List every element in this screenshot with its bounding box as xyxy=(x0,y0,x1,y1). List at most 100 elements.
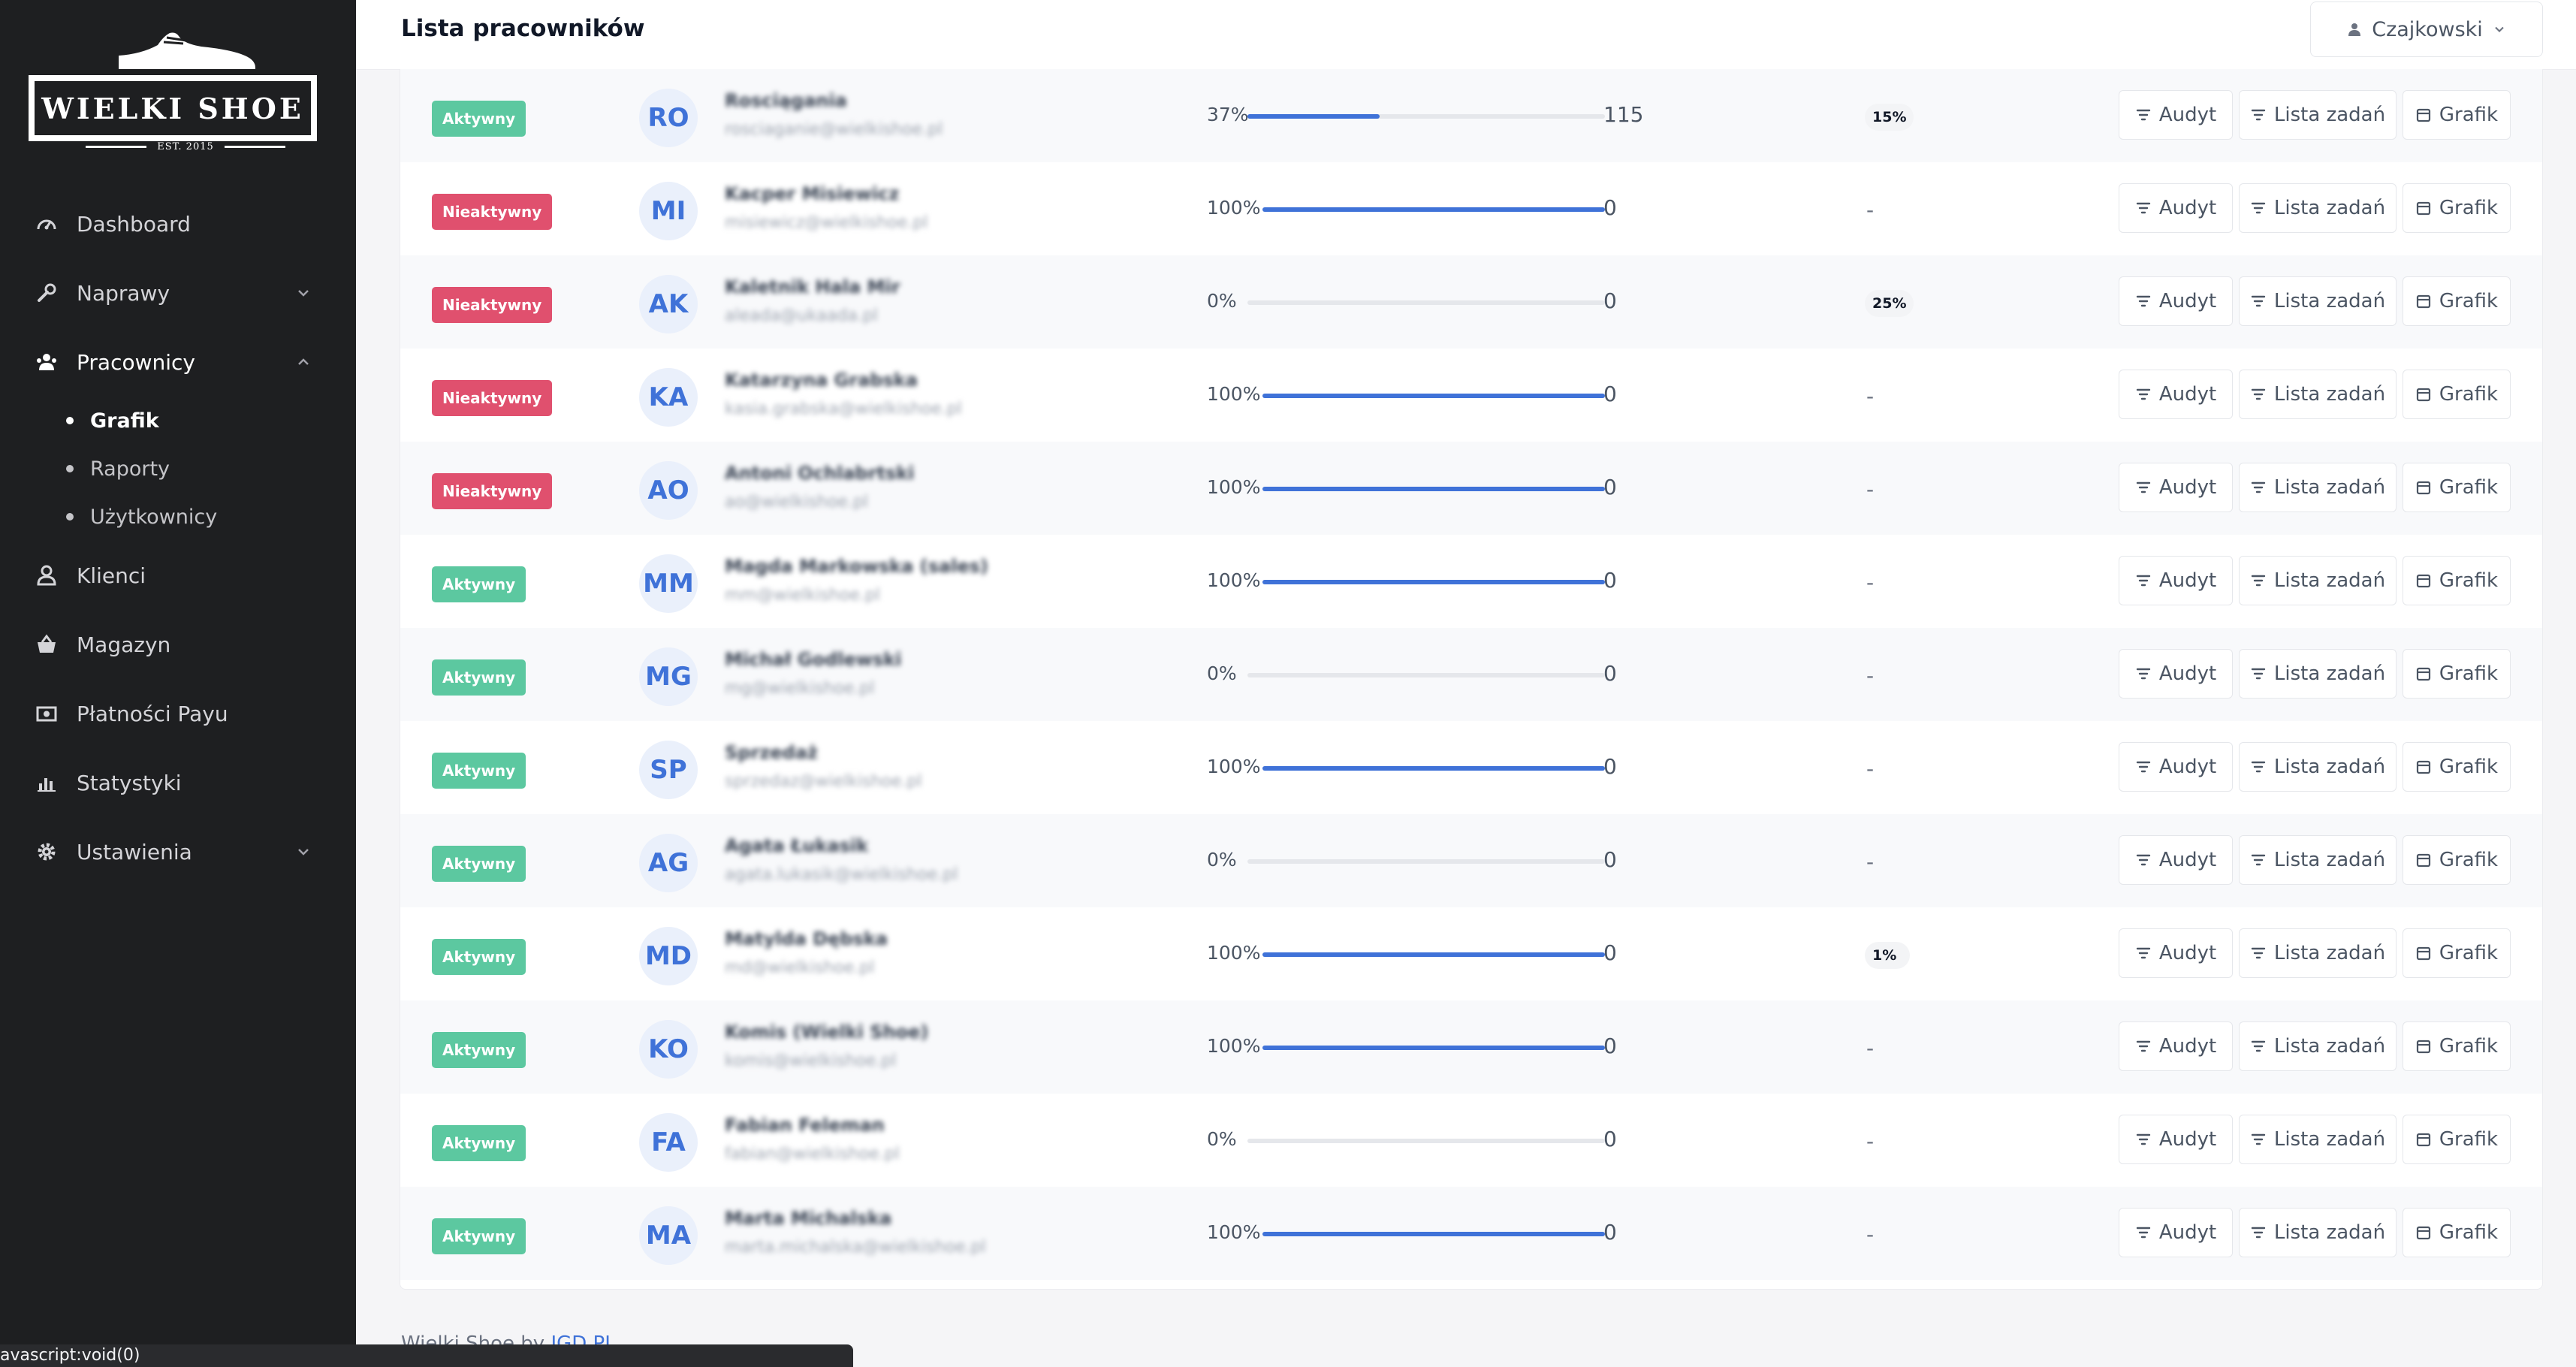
calendar-icon xyxy=(2416,294,2430,309)
filter-icon xyxy=(2251,575,2266,587)
task-list-button[interactable]: Lista zadań xyxy=(2239,742,2397,792)
task-list-button[interactable]: Lista zadań xyxy=(2239,835,2397,885)
filter-icon xyxy=(2136,109,2151,121)
audit-button[interactable]: Audyt xyxy=(2119,1115,2233,1164)
schedule-button[interactable]: Grafik xyxy=(2403,1208,2511,1257)
employee-name[interactable]: Rosciągania xyxy=(725,90,847,111)
audit-button[interactable]: Audyt xyxy=(2119,556,2233,605)
calendar-icon xyxy=(2416,481,2430,495)
employee-name[interactable]: Michał Godlewski xyxy=(725,649,901,670)
progress-percent: 0% xyxy=(1207,290,1237,312)
task-list-button[interactable]: Lista zadań xyxy=(2239,183,2397,233)
schedule-button[interactable]: Grafik xyxy=(2403,1115,2511,1164)
sidebar-item-ustawienia[interactable]: Ustawienia xyxy=(0,817,356,886)
sidebar-subitem-uzytkownicy[interactable]: Użytkownicy xyxy=(0,493,356,541)
user-menu-button[interactable]: Czajkowski xyxy=(2310,2,2543,57)
sidebar-item-pracownicy[interactable]: Pracownicy xyxy=(0,327,356,397)
schedule-button[interactable]: Grafik xyxy=(2403,556,2511,605)
sidebar-item-magazyn[interactable]: Magazyn xyxy=(0,610,356,679)
audit-button[interactable]: Audyt xyxy=(2119,1021,2233,1071)
schedule-button[interactable]: Grafik xyxy=(2403,928,2511,978)
top-header: Lista pracowników Czajkowski xyxy=(356,0,2576,70)
filter-icon xyxy=(2136,1040,2151,1052)
filter-icon xyxy=(2251,388,2266,400)
status-badge: Nieaktywny xyxy=(432,473,553,509)
progress-bar-fill xyxy=(1262,1046,1605,1050)
filter-icon xyxy=(2251,295,2266,307)
employee-name[interactable]: Fabian Feleman xyxy=(725,1115,885,1136)
task-list-button[interactable]: Lista zadań xyxy=(2239,1208,2397,1257)
sidebar-item-klienci[interactable]: Klienci xyxy=(0,541,356,610)
employee-name[interactable]: Matylda Dębska xyxy=(725,928,888,949)
task-list-button[interactable]: Lista zadań xyxy=(2239,370,2397,419)
sidebar-subitem-grafik[interactable]: Grafik xyxy=(0,397,356,445)
schedule-button[interactable]: Grafik xyxy=(2403,370,2511,419)
schedule-button[interactable]: Grafik xyxy=(2403,742,2511,792)
employee-name[interactable]: Magda Markowska (sales) xyxy=(725,556,988,577)
progress-bar-fill xyxy=(1247,114,1380,119)
employee-name[interactable]: Kaletnik Hala Mir xyxy=(725,276,900,297)
task-list-button[interactable]: Lista zadań xyxy=(2239,463,2397,512)
schedule-button[interactable]: Grafik xyxy=(2403,183,2511,233)
progress-bar xyxy=(1262,952,1605,957)
table-row: Nieaktywny KA Katarzyna Grabska kasia.grabs… xyxy=(400,349,2542,442)
percentage-value: 1% xyxy=(1865,942,1910,969)
schedule-button[interactable]: Grafik xyxy=(2403,1021,2511,1071)
employee-name[interactable]: Agata Łukasik xyxy=(725,835,868,856)
audit-button[interactable]: Audyt xyxy=(2119,463,2233,512)
employee-email: rosciaganie@wielkishoe.pl xyxy=(725,120,943,139)
calendar-icon xyxy=(2416,1133,2430,1147)
task-list-button[interactable]: Lista zadań xyxy=(2239,928,2397,978)
schedule-button[interactable]: Grafik xyxy=(2403,276,2511,326)
task-list-button[interactable]: Lista zadań xyxy=(2239,90,2397,140)
schedule-button[interactable]: Grafik xyxy=(2403,649,2511,699)
sidebar-subitem-raporty[interactable]: Raporty xyxy=(0,445,356,493)
task-list-button[interactable]: Lista zadań xyxy=(2239,1115,2397,1164)
employee-email: ao@wielkishoe.pl xyxy=(725,493,869,511)
audit-button[interactable]: Audyt xyxy=(2119,276,2233,326)
task-count: 0 xyxy=(1603,1127,1617,1151)
audit-button[interactable]: Audyt xyxy=(2119,370,2233,419)
employee-name[interactable]: Antoni Ochlabrtski xyxy=(725,463,914,484)
audit-button[interactable]: Audyt xyxy=(2119,742,2233,792)
progress-bar xyxy=(1262,766,1605,771)
button-label: Audyt xyxy=(2158,104,2217,126)
filter-icon xyxy=(2136,947,2151,959)
task-count: 0 xyxy=(1603,1220,1617,1245)
percentage-value: - xyxy=(1866,1035,1875,1061)
sidebar-item-statystyki[interactable]: Statystyki xyxy=(0,748,356,817)
employee-name[interactable]: Sprzedaż xyxy=(725,742,818,763)
task-list-button[interactable]: Lista zadań xyxy=(2239,649,2397,699)
schedule-button[interactable]: Grafik xyxy=(2403,463,2511,512)
audit-button[interactable]: Audyt xyxy=(2119,835,2233,885)
progress-bar xyxy=(1247,114,1605,119)
employee-name[interactable]: Marta Michalska xyxy=(725,1208,891,1229)
employee-name[interactable]: Kacper Misiewicz xyxy=(725,183,899,204)
audit-button[interactable]: Audyt xyxy=(2119,928,2233,978)
employee-name[interactable]: Komis (Wielki Shoe) xyxy=(725,1021,928,1043)
audit-button[interactable]: Audyt xyxy=(2119,1208,2233,1257)
audit-button[interactable]: Audyt xyxy=(2119,183,2233,233)
task-list-button[interactable]: Lista zadań xyxy=(2239,556,2397,605)
brand-logo[interactable]: WIELKI SHOE EST. 2015 xyxy=(29,29,317,156)
schedule-button[interactable]: Grafik xyxy=(2403,835,2511,885)
audit-button[interactable]: Audyt xyxy=(2119,90,2233,140)
gauge-icon xyxy=(33,210,60,237)
employee-email: md@wielkishoe.pl xyxy=(725,958,875,977)
status-badge: Aktywny xyxy=(432,566,526,602)
sidebar-item-dashboard[interactable]: Dashboard xyxy=(0,189,356,258)
filter-icon xyxy=(2136,388,2151,400)
task-list-button[interactable]: Lista zadań xyxy=(2239,1021,2397,1071)
task-list-button[interactable]: Lista zadań xyxy=(2239,276,2397,326)
employee-name[interactable]: Katarzyna Grabska xyxy=(725,370,918,391)
task-count: 0 xyxy=(1603,661,1617,686)
progress-percent: 0% xyxy=(1207,849,1237,871)
avatar: AG xyxy=(639,834,698,892)
filter-icon xyxy=(2251,481,2266,493)
sidebar-item-naprawy[interactable]: Naprawy xyxy=(0,258,356,327)
employee-email: misiewicz@wielkishoe.pl xyxy=(725,213,928,232)
progress-percent: 100% xyxy=(1207,942,1261,964)
audit-button[interactable]: Audyt xyxy=(2119,649,2233,699)
sidebar-item-platnosci[interactable]: Płatności Payu xyxy=(0,679,356,748)
schedule-button[interactable]: Grafik xyxy=(2403,90,2511,140)
